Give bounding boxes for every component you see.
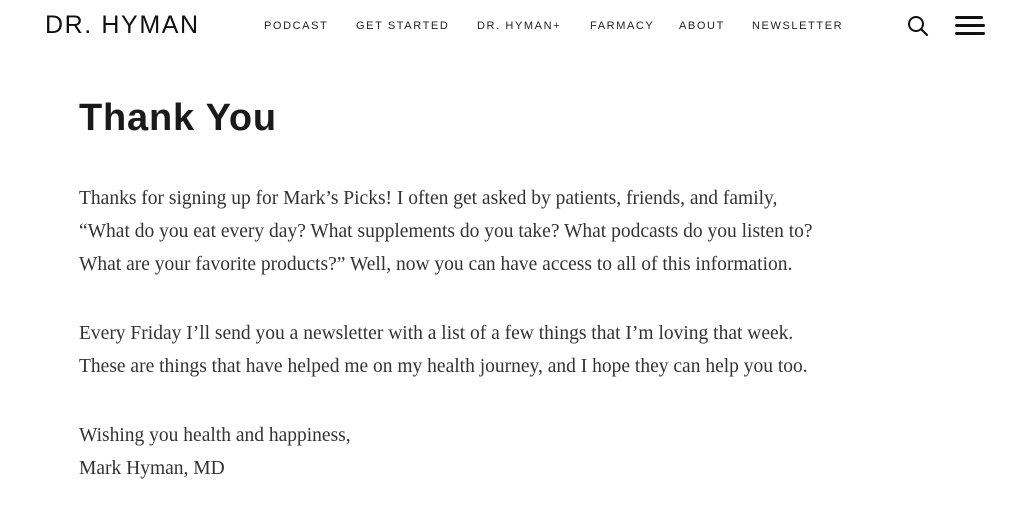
nav-item-dr-hyman-plus[interactable]: DR. HYMAN+ (477, 18, 561, 34)
nav-item-podcast[interactable]: PODCAST (264, 18, 328, 34)
nav-item-about[interactable]: ABOUT (679, 18, 725, 34)
text-line: “What do you eat every day? What supplem… (79, 221, 813, 242)
signoff-greeting: Wishing you health and happiness, (79, 425, 351, 446)
search-button[interactable] (906, 14, 930, 38)
nav-item-farmacy[interactable]: FARMACY (590, 18, 654, 34)
page-title: Thank You (79, 97, 277, 139)
site-logo[interactable]: DR. HYMAN (45, 10, 200, 40)
text-line: These are things that have helped me on … (79, 356, 808, 377)
text-line: Every Friday I’ll send you a newsletter … (79, 323, 794, 344)
menu-button[interactable] (953, 14, 985, 38)
nav-item-newsletter[interactable]: NEWSLETTER (752, 18, 843, 34)
search-icon (908, 16, 929, 37)
nav-item-get-started[interactable]: GET STARTED (356, 18, 449, 34)
main-content: Thank You Thanks for signing up for Mark… (79, 94, 979, 485)
text-line: What are your favorite products?” Well, … (79, 254, 793, 275)
signoff-name: Mark Hyman, MD (79, 458, 225, 479)
text-line: Thanks for signing up for Mark’s Picks! … (79, 188, 778, 209)
intro-paragraph: Thanks for signing up for Mark’s Picks! … (79, 182, 949, 281)
site-header: DR. HYMAN PODCAST GET STARTED DR. HYMAN+… (0, 0, 1024, 52)
signoff: Wishing you health and happiness, Mark H… (79, 419, 949, 485)
newsletter-paragraph: Every Friday I’ll send you a newsletter … (79, 317, 949, 383)
